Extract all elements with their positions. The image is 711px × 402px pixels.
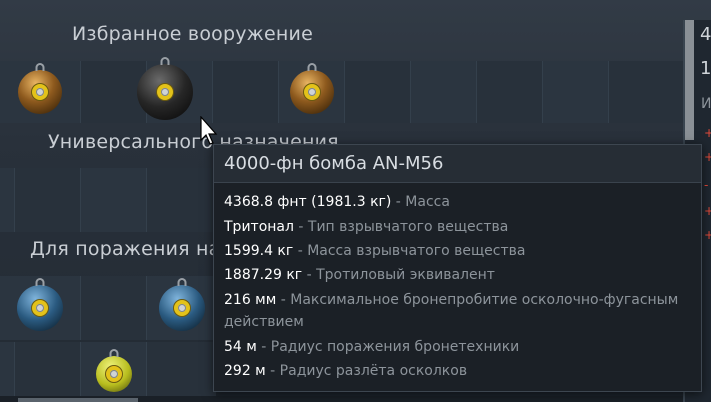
tooltip-row-fragment-radius: 292 м - Радиус разлёта осколков [224, 360, 694, 382]
tooltip-label: - Тип взрывчатого вещества [293, 219, 509, 235]
mouse-cursor-icon [200, 116, 218, 145]
stat-mark-icon: + [704, 228, 711, 242]
tooltip-label: - Масса взрывчатого вещества [293, 243, 526, 259]
tooltip-row-tnt-equivalent: 1887.29 кг - Тротиловый эквивалент [224, 264, 694, 286]
side-panel-text: 1 [700, 58, 711, 79]
weapon-slot[interactable] [476, 61, 542, 123]
side-panel-text: 4 [700, 24, 711, 45]
stat-mark-icon: + [704, 126, 711, 140]
blue-bomb-icon[interactable] [158, 278, 205, 331]
gold-bomb-icon[interactable] [289, 63, 334, 114]
tooltip-label: - Масса [391, 194, 450, 210]
tooltip-value: 216 мм [224, 292, 277, 308]
weapon-slot[interactable] [0, 276, 80, 340]
weapon-slot[interactable] [80, 276, 146, 340]
side-panel-text: И [701, 96, 711, 112]
weapon-slot[interactable] [0, 61, 80, 123]
section-title-favorite: Избранное вооружение [72, 23, 313, 45]
tooltip-row-armor-radius: 54 м - Радиус поражения бронетехники [224, 336, 694, 358]
weapon-slot[interactable] [80, 342, 146, 396]
tooltip-value: 54 м [224, 339, 257, 355]
tooltip-value: Тритонал [224, 219, 294, 235]
gold-bomb-icon[interactable] [18, 63, 62, 114]
weapon-slot[interactable] [608, 61, 683, 123]
weapon-slot[interactable] [137, 57, 212, 123]
tooltip-value: 1887.29 кг [224, 267, 303, 283]
tooltip-value: 1599.4 кг [224, 243, 294, 259]
weapon-tooltip: 4000-фн бомба AN-M56 4368.8 фнт (1981.3 … [213, 144, 702, 392]
weapon-slot[interactable] [80, 168, 146, 232]
tooltip-value: 4368.8 фнт (1981.3 кг) [224, 194, 392, 210]
tooltip-value: 292 м [224, 363, 266, 379]
tooltip-label: - Тротиловый эквивалент [302, 267, 495, 283]
tooltip-label: - Максимальное бронепробитие осколочно-ф… [224, 292, 679, 330]
weapon-slot[interactable] [410, 61, 476, 123]
horizontal-scrollbar[interactable] [0, 396, 683, 402]
weapon-slot[interactable] [278, 61, 344, 123]
tooltip-title: 4000-фн бомба AN-M56 [214, 145, 701, 183]
tooltip-row-explosive-type: Тритонал - Тип взрывчатого вещества [224, 216, 694, 238]
scrollbar-thumb[interactable] [18, 398, 138, 402]
tooltip-row-penetration: 216 мм - Максимальное бронепробитие оско… [224, 289, 694, 333]
stat-mark-icon: + [704, 204, 711, 218]
tooltip-row-explosive-mass: 1599.4 кг - Масса взрывчатого вещества [224, 240, 694, 262]
weapon-slot[interactable] [0, 168, 14, 232]
stat-mark-icon: + [704, 150, 711, 164]
tooltip-label: - Радиус поражения бронетехники [256, 339, 520, 355]
weapon-slot[interactable] [14, 168, 80, 232]
weapon-slot[interactable] [146, 342, 216, 396]
weapon-slot[interactable] [0, 342, 14, 396]
vertical-scrollbar[interactable] [685, 20, 694, 140]
weapon-slot[interactable] [146, 168, 216, 232]
weapon-slot[interactable] [14, 342, 80, 396]
yellow-bomb-icon[interactable] [95, 349, 132, 392]
weapon-slot[interactable] [542, 61, 608, 123]
blue-bomb-icon[interactable] [17, 278, 63, 331]
tooltip-label: - Радиус разлёта осколков [265, 363, 468, 379]
weapon-slot[interactable] [146, 276, 216, 340]
tooltip-row-mass: 4368.8 фнт (1981.3 кг) - Масса [224, 191, 694, 213]
weapon-slot[interactable] [212, 61, 278, 123]
weapon-slot[interactable] [344, 61, 410, 123]
favorite-weapons-row [0, 57, 683, 123]
section-title-armor: Для поражения наз [30, 238, 231, 260]
stat-mark-icon: - [704, 178, 709, 192]
dark-bomb-icon[interactable] [137, 57, 193, 120]
